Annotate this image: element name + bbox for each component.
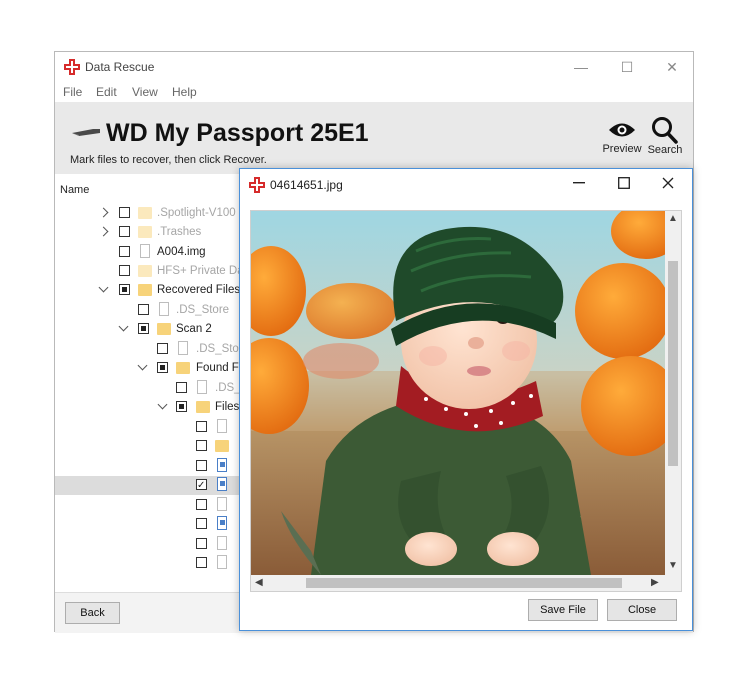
tree-item-label: .DS_Store [176, 304, 230, 316]
image-preview-area: ▲ ▼ ◀ ▶ [250, 210, 682, 592]
minimize-button[interactable]: — [566, 59, 596, 75]
checkbox[interactable] [196, 421, 207, 432]
file-icon [159, 302, 169, 316]
preview-label: Preview [602, 143, 642, 155]
file-icon [178, 341, 188, 355]
file-icon [217, 497, 227, 511]
tree-item-label: Recovered Files [157, 284, 241, 296]
eye-icon [609, 123, 635, 137]
menu-help[interactable]: Help [172, 85, 197, 99]
menu-file[interactable]: File [63, 85, 82, 99]
tree-item-label: Files [215, 401, 240, 413]
collapse-chevron-icon[interactable] [157, 399, 168, 410]
collapse-chevron-icon[interactable] [137, 360, 148, 371]
scroll-down-icon[interactable]: ▼ [668, 560, 678, 571]
save-file-button[interactable]: Save File [528, 599, 598, 621]
minimize-icon[interactable] [573, 182, 585, 184]
checkbox-checked[interactable] [196, 476, 207, 495]
close-preview-button[interactable]: Close [607, 599, 677, 621]
tree-item-label: A004.img [157, 246, 206, 258]
maximize-button[interactable]: ☐ [612, 59, 642, 75]
tree-item-label: Found F [196, 362, 239, 374]
menu-view[interactable]: View [132, 85, 158, 99]
drive-title: WD My Passport 25E1 [106, 119, 369, 147]
tree-item-label: .Trashes [157, 226, 202, 238]
close-icon[interactable] [662, 177, 674, 189]
close-button[interactable]: ✕ [657, 59, 687, 75]
instruction-text: Mark files to recover, then click Recove… [70, 154, 267, 166]
checkbox[interactable] [196, 557, 207, 568]
vertical-scrollbar[interactable]: ▲ ▼ [665, 211, 681, 575]
checkbox[interactable] [157, 343, 168, 354]
drive-icon [72, 129, 100, 136]
expand-chevron-icon[interactable] [98, 207, 109, 218]
image-file-icon [217, 516, 227, 530]
checkbox[interactable] [119, 284, 130, 295]
search-icon [652, 117, 678, 144]
folder-icon [176, 362, 190, 374]
menu-edit[interactable]: Edit [96, 85, 117, 99]
collapse-chevron-icon[interactable] [98, 282, 109, 293]
tree-row-selected[interactable] [55, 476, 241, 495]
checkbox[interactable] [119, 246, 130, 257]
scroll-left-icon[interactable]: ◀ [255, 577, 263, 588]
app-title: Data Rescue [85, 60, 155, 74]
file-icon [217, 536, 227, 550]
preview-window: 04614651.jpg ▲ ▼ ◀ ▶ Save File Close [239, 168, 693, 631]
disk-image-file-icon [140, 244, 150, 258]
preview-button[interactable]: Preview [600, 120, 644, 155]
checkbox[interactable] [196, 538, 207, 549]
scroll-right-icon[interactable]: ▶ [651, 577, 659, 588]
photo-preview-image [251, 211, 665, 575]
folder-icon [196, 401, 210, 413]
vertical-scroll-thumb[interactable] [668, 261, 678, 466]
horizontal-scroll-thumb[interactable] [306, 578, 622, 588]
collapse-chevron-icon[interactable] [118, 321, 129, 332]
checkbox[interactable] [196, 499, 207, 510]
main-titlebar: Data Rescue — ☐ ✕ [55, 52, 693, 82]
folder-icon [157, 323, 171, 335]
checkbox[interactable] [196, 460, 207, 471]
folder-icon [215, 440, 229, 452]
file-icon [217, 555, 227, 569]
checkbox[interactable] [157, 362, 168, 373]
app-logo-icon [64, 59, 80, 75]
checkbox[interactable] [196, 518, 207, 529]
maximize-icon[interactable] [618, 177, 630, 189]
checkbox[interactable] [119, 226, 130, 237]
expand-chevron-icon[interactable] [98, 226, 109, 237]
scroll-up-icon[interactable]: ▲ [668, 213, 678, 224]
tree-item-label: .Spotlight-V100 [157, 207, 236, 219]
checkbox[interactable] [176, 382, 187, 393]
app-logo-icon [249, 177, 265, 193]
tree-item-label: Scan 2 [176, 323, 212, 335]
preview-title: 04614651.jpg [270, 178, 343, 192]
column-header-name[interactable]: Name [60, 184, 89, 196]
header-band: WD My Passport 25E1 Mark files to recove… [55, 102, 693, 174]
search-button[interactable]: Search [643, 116, 687, 156]
back-button[interactable]: Back [65, 602, 120, 624]
tree-item-label: .DS_Stor [196, 343, 243, 355]
checkbox[interactable] [138, 323, 149, 334]
folder-icon [138, 226, 152, 238]
folder-icon [138, 265, 152, 277]
folder-icon [138, 284, 152, 296]
image-file-icon [217, 477, 227, 491]
checkbox[interactable] [196, 440, 207, 451]
horizontal-scrollbar[interactable]: ◀ ▶ [251, 575, 665, 591]
search-label: Search [647, 144, 683, 156]
file-icon [197, 380, 207, 394]
folder-icon [138, 207, 152, 219]
tree-item-label: HFS+ Private Da [157, 265, 244, 277]
checkbox[interactable] [138, 304, 149, 315]
checkbox[interactable] [119, 265, 130, 276]
checkbox[interactable] [176, 401, 187, 412]
menu-bar: File Edit View Help [55, 82, 693, 102]
checkbox[interactable] [119, 207, 130, 218]
tree-item-label: .DS_ [215, 382, 241, 394]
file-icon [217, 419, 227, 433]
image-file-icon [217, 458, 227, 472]
